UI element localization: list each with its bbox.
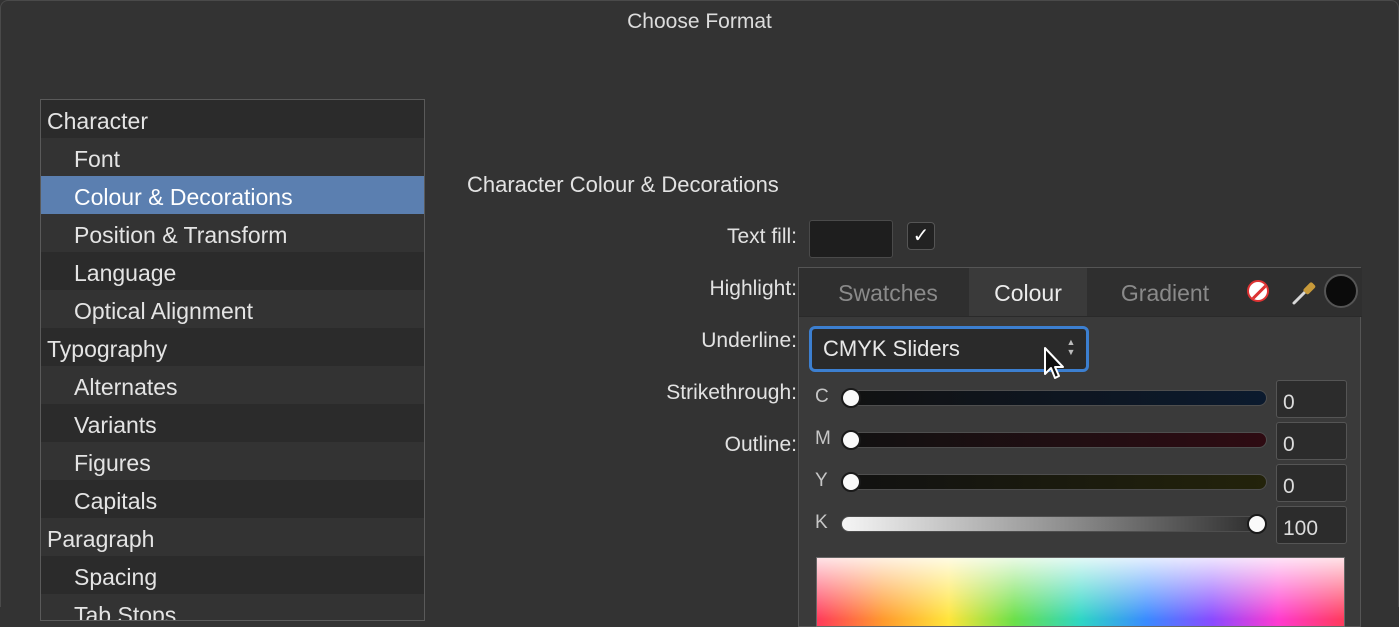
colour-popover: Swatches Colour Gradient CMYK Sliders ▲ ▼… [798, 267, 1362, 627]
slider-row-y: Y0 [799, 464, 1362, 502]
colour-mode-value: CMYK Sliders [823, 336, 960, 361]
current-colour-swatch[interactable] [1324, 274, 1358, 308]
slider-track-m[interactable] [841, 432, 1267, 448]
slider-row-m: M0 [799, 422, 1362, 460]
highlight-label: Highlight: [709, 277, 797, 300]
colour-tabs: Swatches Colour Gradient [799, 268, 1362, 317]
slider-label-m: M [815, 428, 831, 449]
no-fill-icon[interactable] [1247, 280, 1269, 302]
format-category-list[interactable]: Character Font Colour & Decorations Positio… [40, 99, 425, 621]
slider-label-c: C [815, 386, 829, 407]
slider-label-k: K [815, 512, 828, 533]
slider-track-y[interactable] [841, 474, 1267, 490]
sidebar-item-character[interactable]: Character [41, 100, 424, 138]
slider-track-c[interactable] [841, 390, 1267, 406]
slider-knob-m[interactable] [841, 430, 861, 450]
sidebar-item-variants[interactable]: Variants [41, 404, 424, 442]
sidebar-item-font[interactable]: Font [41, 138, 424, 176]
text-fill-label: Text fill: [726, 225, 797, 248]
section-title: Character Colour & Decorations [467, 172, 779, 197]
outline-label: Outline: [724, 433, 797, 456]
tab-swatches[interactable]: Swatches [813, 268, 963, 316]
slider-value-m[interactable]: 0 [1276, 422, 1347, 460]
slider-value-k[interactable]: 100 [1276, 506, 1347, 544]
slider-row-c: C0 [799, 380, 1362, 418]
sidebar-item-position-transform[interactable]: Position & Transform [41, 214, 424, 252]
sidebar-item-typography[interactable]: Typography [41, 328, 424, 366]
text-fill-swatch[interactable] [809, 220, 893, 258]
slider-knob-y[interactable] [841, 472, 861, 492]
underline-label: Underline: [701, 329, 797, 352]
tab-colour[interactable]: Colour [969, 268, 1087, 316]
mouse-cursor-icon [1044, 347, 1064, 379]
sidebar-item-spacing[interactable]: Spacing [41, 556, 424, 594]
sidebar-item-colour-decorations[interactable]: Colour & Decorations [41, 176, 424, 214]
window-title: Choose Format [627, 10, 772, 33]
strikethrough-label: Strikethrough: [666, 381, 797, 404]
slider-knob-k[interactable] [1247, 514, 1267, 534]
sidebar-item-language[interactable]: Language [41, 252, 424, 290]
slider-label-y: Y [815, 470, 828, 491]
slider-value-c[interactable]: 0 [1276, 380, 1347, 418]
slider-knob-c[interactable] [841, 388, 861, 408]
sidebar-item-capitals[interactable]: Capitals [41, 480, 424, 518]
slider-track-k[interactable] [841, 516, 1267, 532]
text-fill-checkbox[interactable]: ✓ [907, 222, 935, 250]
sidebar-item-alternates[interactable]: Alternates [41, 366, 424, 404]
select-arrows-icon: ▲ ▼ [1066, 337, 1076, 357]
sidebar-item-figures[interactable]: Figures [41, 442, 424, 480]
colour-spectrum[interactable] [816, 557, 1345, 627]
slider-row-k: K 100 [799, 506, 1362, 544]
eyedropper-icon[interactable] [1289, 277, 1319, 307]
sidebar-item-paragraph[interactable]: Paragraph [41, 518, 424, 556]
tab-gradient[interactable]: Gradient [1095, 268, 1235, 316]
slider-value-y[interactable]: 0 [1276, 464, 1347, 502]
sidebar-item-optical-alignment[interactable]: Optical Alignment [41, 290, 424, 328]
